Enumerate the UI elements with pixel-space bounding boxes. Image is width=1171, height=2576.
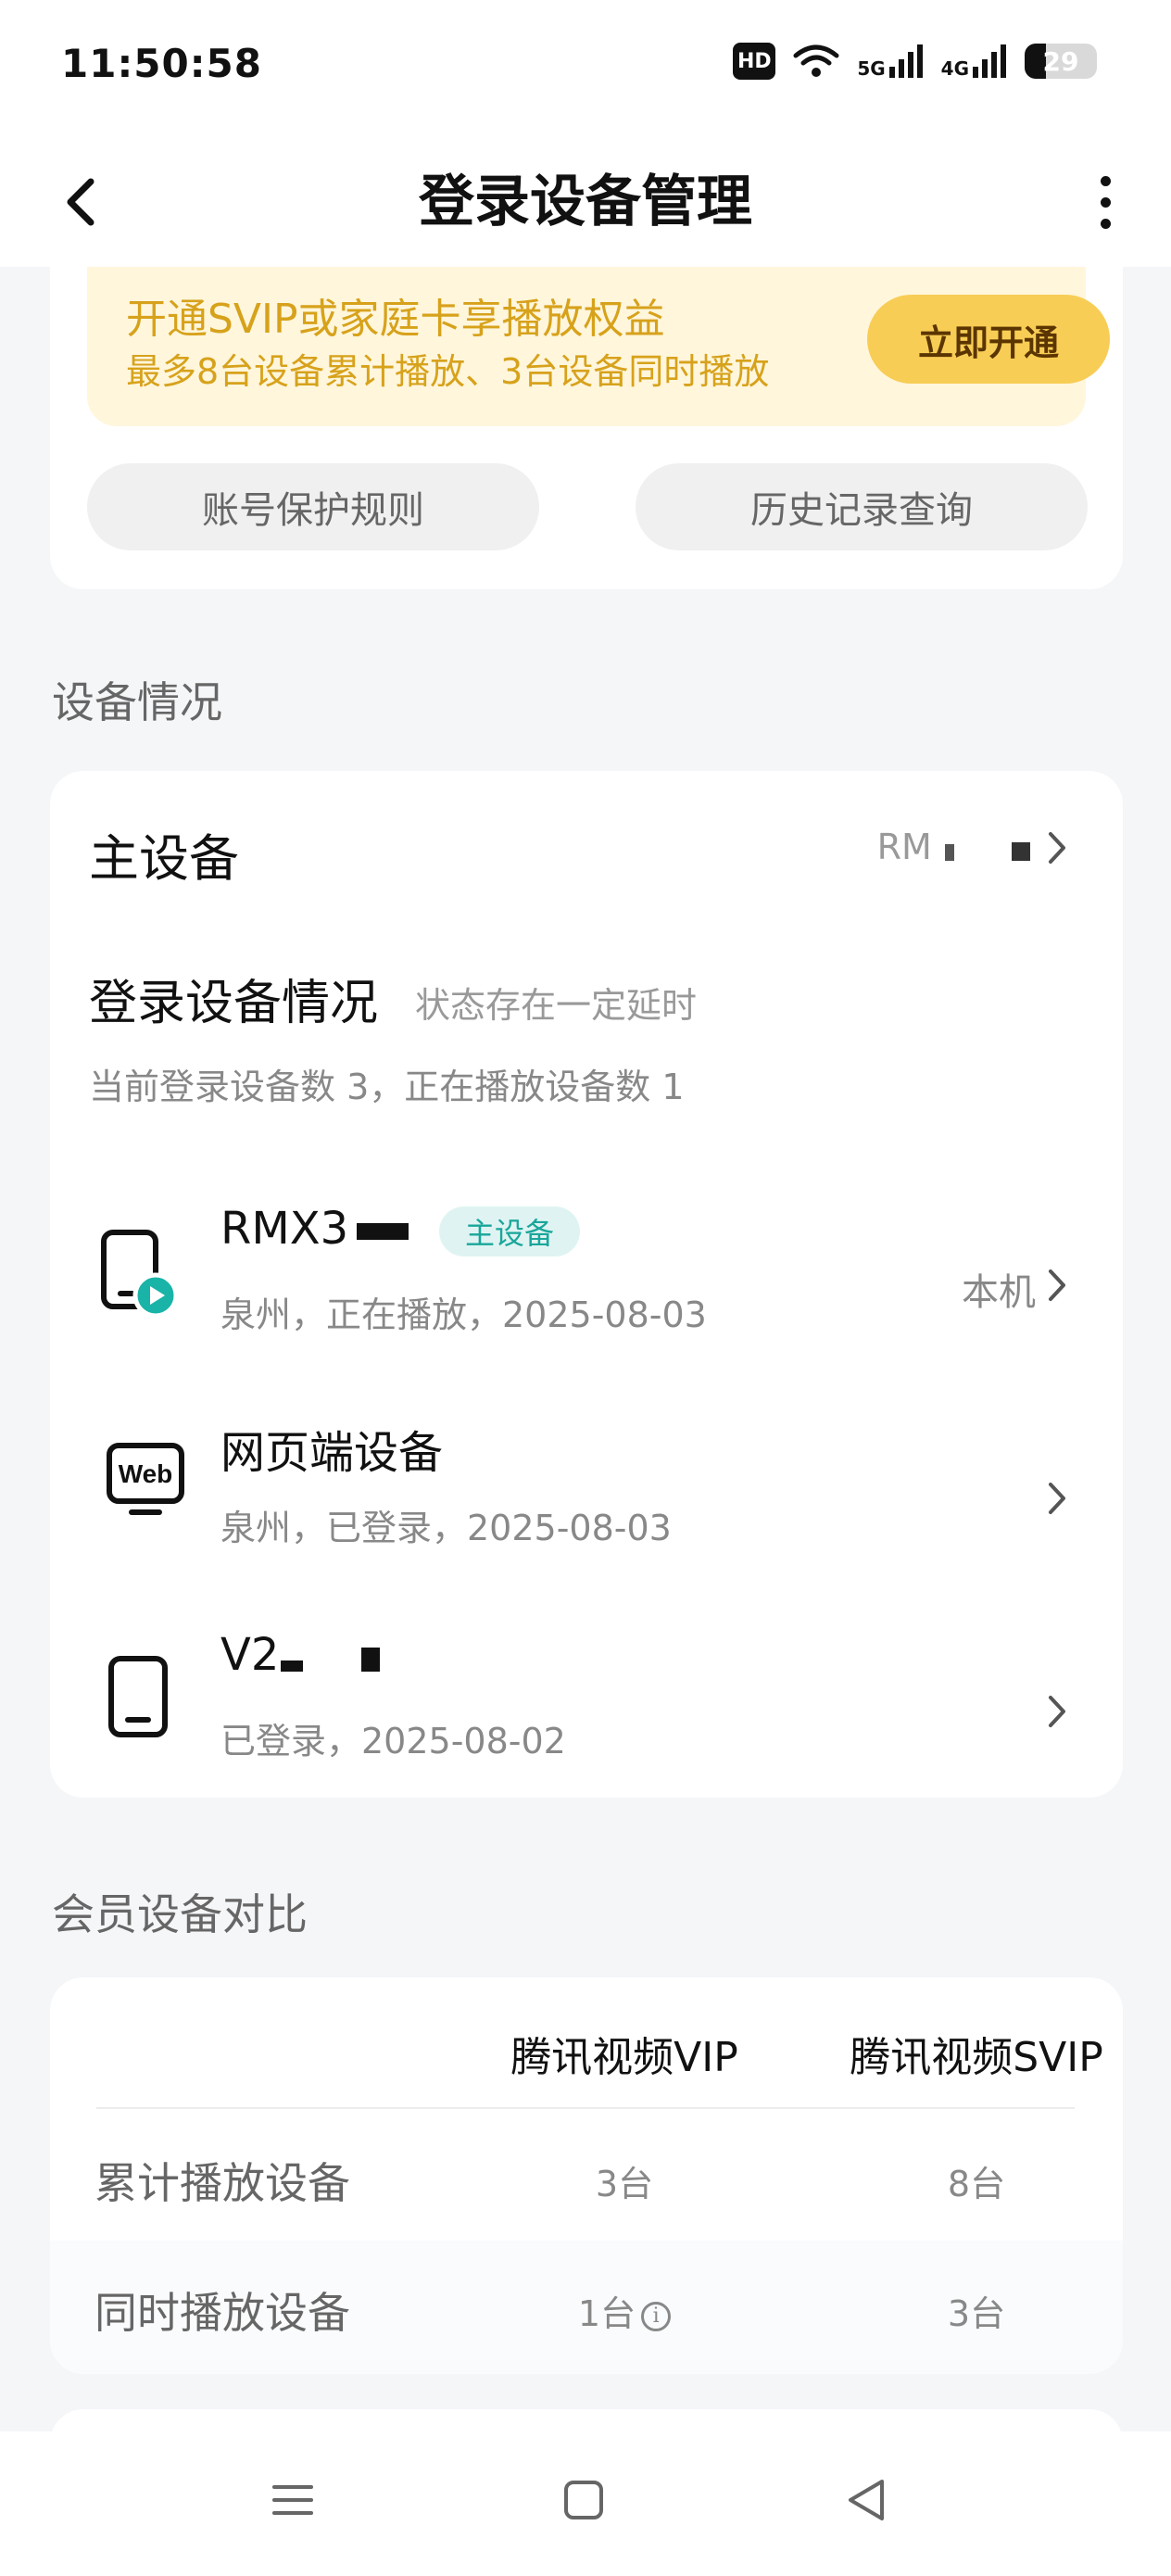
info-icon[interactable]: i: [641, 2301, 672, 2331]
devices-section-heading: 设备情况: [52, 677, 222, 727]
signal-5g-icon: 5G: [857, 43, 924, 80]
login-status-title: 登录设备情况: [89, 976, 379, 1031]
signal-4g-icon: 4G: [941, 43, 1008, 80]
battery-icon: 29: [1025, 44, 1097, 79]
redaction-mark: [1012, 842, 1030, 861]
cell-svip-total: 8台: [947, 2164, 1006, 2204]
page-title: 登录设备管理: [419, 170, 752, 234]
device-sub: 泉州，已登录，2025-08-03: [220, 1508, 672, 1548]
status-time: 11:50:58: [61, 41, 262, 86]
main-device-label: 主设备: [89, 829, 239, 888]
status-icons: HD 5G 4G 29: [733, 43, 1097, 80]
svip-banner: 开通SVIP或家庭卡享播放权益 最多8台设备累计播放、3台设备同时播放 立即开通: [87, 267, 1110, 426]
redaction-mark: [360, 1648, 380, 1672]
devices-card: 主设备 RM 登录设备情况 状态存在一定延时 当前登录设备数 3，正在播放设备数…: [50, 771, 1123, 1798]
cell-vip-concurrent-text: 1台: [577, 2293, 636, 2334]
main-device-row[interactable]: 主设备 RM: [50, 771, 1123, 919]
membership-card: 开通SVIP或家庭卡享播放权益 最多8台设备累计播放、3台设备同时播放 立即开通…: [50, 267, 1123, 589]
phone-playing-icon: [101, 1230, 176, 1319]
redaction-mark: [357, 1223, 409, 1240]
column-header-svip: 腾讯视频SVIP: [850, 2034, 1103, 2081]
cell-svip-concurrent: 3台: [947, 2293, 1006, 2334]
device-name: RMX3: [220, 1203, 409, 1255]
more-dot-icon: [1100, 218, 1111, 229]
column-header-vip: 腾讯视频VIP: [510, 2034, 738, 2081]
device-row-tablet[interactable]: [50, 1586, 1123, 1790]
wifi-icon: [793, 44, 839, 77]
table-divider: [96, 2107, 1075, 2109]
back-button[interactable]: [54, 165, 109, 239]
app-header: 登录设备管理: [0, 137, 1171, 267]
chevron-right-icon: [1049, 832, 1065, 864]
device-name-text: V2: [220, 1629, 280, 1681]
back-nav-button[interactable]: [845, 2478, 889, 2522]
cell-vip-total: 3台: [595, 2164, 654, 2204]
main-device-value: RM: [877, 827, 1030, 867]
open-svip-button[interactable]: 立即开通: [867, 295, 1110, 384]
chevron-right-icon: [1049, 1269, 1065, 1301]
this-device-label: 本机: [962, 1262, 1036, 1316]
login-status-note: 状态存在一定延时: [415, 985, 698, 1026]
redaction-mark: [944, 844, 954, 861]
row-label-concurrent-devices: 同时播放设备: [94, 2288, 350, 2338]
chevron-right-icon: [1049, 1696, 1065, 1727]
account-protect-rules-button[interactable]: 账号保护规则: [87, 463, 539, 550]
status-bar: 11:50:58 HD 5G 4G 29: [0, 0, 1171, 137]
member-compare-table: 腾讯视频VIP 腾讯视频SVIP 累计播放设备 3台 8台 同时播放设备 1台 i…: [50, 1977, 1123, 2374]
phone-icon: [108, 1656, 168, 1737]
more-dot-icon: [1100, 196, 1111, 208]
history-query-button[interactable]: 历史记录查询: [636, 463, 1088, 550]
row-label-total-devices: 累计播放设备: [94, 2158, 350, 2208]
more-dot-icon: [1100, 175, 1111, 186]
compare-section-heading: 会员设备对比: [52, 1889, 308, 1939]
device-name: V2: [220, 1629, 380, 1681]
more-options-button[interactable]: [1091, 165, 1119, 239]
back-arrow-icon: [67, 178, 94, 226]
device-sub: 已登录，2025-08-02: [220, 1721, 566, 1762]
login-count-text: 当前登录设备数 3，正在播放设备数 1: [89, 1067, 685, 1107]
banner-title: 开通SVIP或家庭卡享播放权益: [126, 296, 665, 343]
banner-subtitle: 最多8台设备累计播放、3台设备同时播放: [126, 351, 770, 392]
sim1-label: 5G: [857, 57, 886, 80]
battery-level: 29: [1042, 45, 1079, 77]
web-icon-text: Web: [119, 1459, 173, 1488]
main-device-tag: 主设备: [439, 1206, 581, 1256]
sim2-label: 4G: [940, 57, 969, 80]
hd-icon: HD: [733, 43, 776, 80]
redaction-mark: [280, 1661, 303, 1672]
chevron-right-icon: [1049, 1483, 1065, 1514]
home-nav-button[interactable]: [563, 2480, 604, 2520]
web-monitor-icon: Web: [107, 1443, 184, 1515]
device-name-text: RMX3: [220, 1203, 349, 1255]
this-device-text: 本机: [962, 1271, 1036, 1314]
device-name: 网页端设备: [220, 1427, 444, 1479]
menu-nav-button[interactable]: [272, 2480, 313, 2520]
system-nav-bar: [0, 2431, 1171, 2576]
main-device-name: RM: [876, 827, 932, 867]
device-sub: 泉州，正在播放，2025-08-03: [220, 1294, 707, 1335]
cell-vip-concurrent: 1台 i: [421, 2285, 828, 2336]
